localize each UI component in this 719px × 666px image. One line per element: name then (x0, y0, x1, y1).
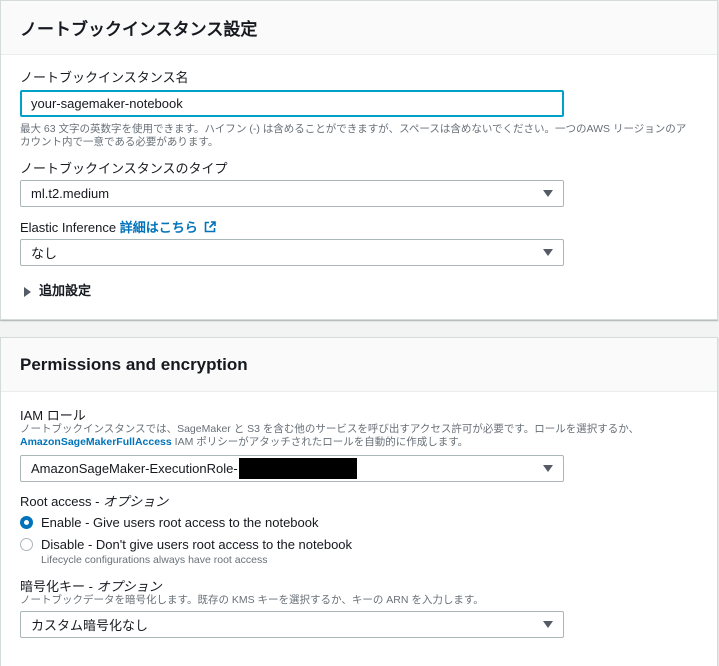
elastic-inference-select[interactable]: なし (20, 239, 564, 266)
iam-role-help: ノートブックインスタンスでは、SageMaker と S3 を含む他のサービスを… (20, 423, 710, 449)
elastic-inference-label-row: Elastic Inference 詳細はこちら (20, 217, 217, 236)
iam-role-select[interactable]: AmazonSageMaker-ExecutionRole- (20, 455, 564, 482)
learn-more-link-text: 詳細はこちら (119, 220, 198, 235)
section-title: ノートブックインスタンス設定 (1, 1, 717, 55)
instance-name-help-line2: カウント内で一意である必要があります。 (20, 136, 219, 148)
notebook-instance-settings-panel: ノートブックインスタンス設定 ノートブックインスタンス名 your-sagema… (0, 0, 718, 320)
caret-down-icon (543, 621, 553, 628)
enable-root-radio[interactable] (20, 516, 33, 529)
encryption-key-label: 暗号化キー - オプション (20, 576, 162, 595)
instance-type-label: ノートブックインスタンスのタイプ (20, 161, 228, 176)
disable-root-sublabel: Lifecycle configurations always have roo… (41, 554, 268, 566)
instance-name-label: ノートブックインスタンス名 (20, 70, 189, 85)
caret-right-icon (24, 286, 31, 297)
root-access-label-text: Root access - (20, 494, 104, 509)
instance-type-select[interactable]: ml.t2.medium (20, 180, 564, 207)
full-access-policy-link[interactable]: AmazonSageMakerFullAccess (20, 436, 172, 448)
encryption-key-value: カスタム暗号化なし (31, 618, 149, 633)
elastic-inference-value: なし (31, 246, 58, 261)
instance-name-input[interactable]: your-sagemaker-notebook (20, 90, 564, 117)
iam-role-help-line2-text: IAM ポリシーがアタッチされたロールを自動的に作成します。 (171, 436, 469, 448)
instance-name-help-line1: 最大 63 文字の英数字を使用できます。ハイフン (-) は含めることができます… (20, 123, 687, 135)
iam-role-value: AmazonSageMaker-ExecutionRole- (31, 461, 238, 476)
permissions-encryption-panel: Permissions and encryption IAM ロール ノートブッ… (0, 337, 718, 666)
section-title: Permissions and encryption (1, 338, 717, 392)
additional-settings-toggle[interactable]: 追加設定 (24, 280, 91, 299)
root-access-optional: オプション (103, 494, 169, 509)
iam-role-help-line1: ノートブックインスタンスでは、SageMaker と S3 を含む他のサービスを… (20, 423, 640, 435)
elastic-inference-label: Elastic Inference (20, 220, 117, 235)
caret-down-icon (543, 465, 553, 472)
encryption-key-help: ノートブックデータを暗号化します。既存の KMS キーを選択するか、キーの AR… (20, 594, 484, 606)
caret-down-icon (543, 249, 553, 256)
learn-more-link[interactable]: 詳細はこちら (120, 220, 217, 235)
root-access-label: Root access - オプション (20, 491, 168, 510)
additional-settings-label: 追加設定 (39, 283, 92, 298)
iam-role-help-line2: AmazonSageMakerFullAccess IAM ポリシーがアタッチさ… (20, 436, 710, 449)
instance-type-value: ml.t2.medium (31, 186, 110, 201)
redacted-block (238, 458, 357, 479)
encryption-key-select[interactable]: カスタム暗号化なし (20, 611, 564, 638)
disable-root-label[interactable]: Disable - Don't give users root access t… (41, 537, 352, 552)
disable-root-radio[interactable] (20, 538, 33, 551)
instance-name-value: your-sagemaker-notebook (31, 96, 183, 111)
caret-down-icon (543, 190, 553, 197)
encryption-key-optional: オプション (96, 579, 162, 594)
instance-name-help: 最大 63 文字の英数字を使用できます。ハイフン (-) は含めることができます… (20, 123, 710, 149)
external-link-icon (205, 221, 217, 233)
encryption-key-label-text: 暗号化キー - (20, 579, 97, 594)
iam-role-label: IAM ロール (20, 408, 86, 423)
enable-root-label[interactable]: Enable - Give users root access to the n… (41, 515, 319, 530)
